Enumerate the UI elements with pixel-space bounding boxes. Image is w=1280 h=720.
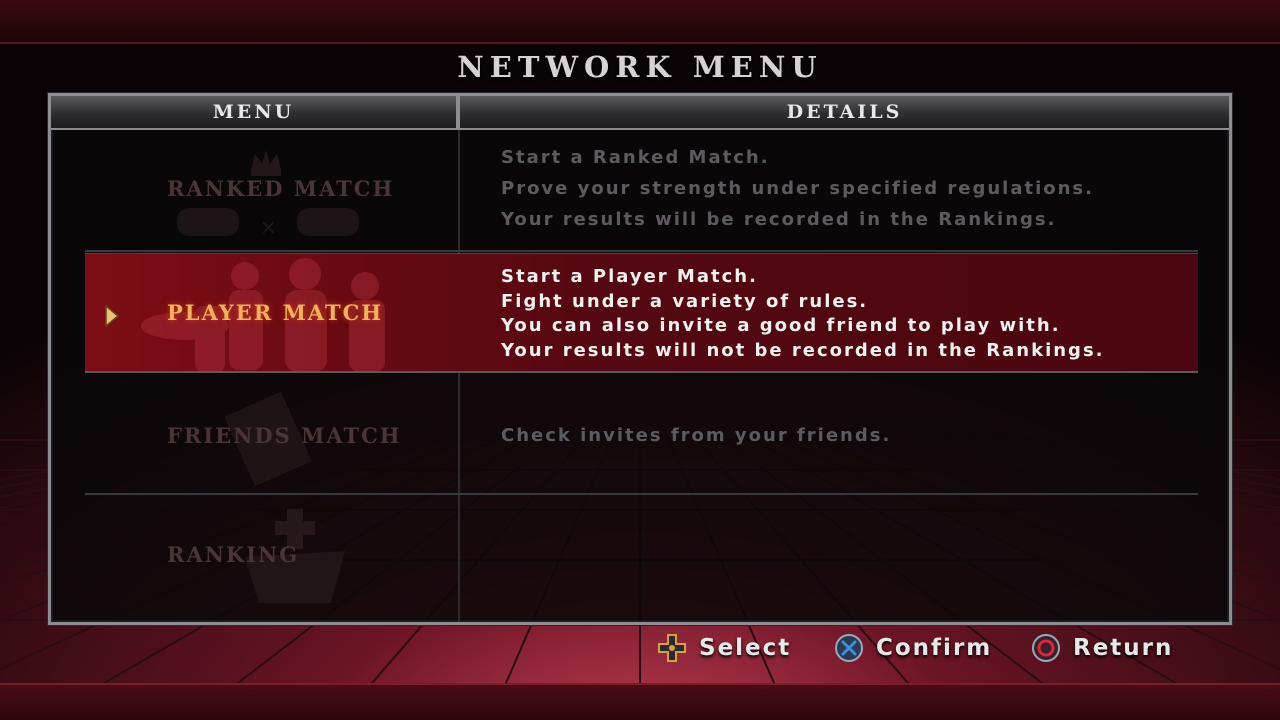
menu-column-header: MENU	[212, 101, 295, 123]
menu-panel: MENU DETAILS × RANKED MATCH Start a Rank…	[48, 93, 1232, 625]
menu-item-player-match[interactable]: PLAYER MATCH Start a Player Match. Fight…	[85, 253, 1198, 373]
bottom-ornament-band	[0, 683, 1280, 720]
detail-line: Start a Player Match.	[501, 266, 758, 287]
return-label: Return	[1073, 635, 1174, 661]
details-text: Check invites from your friends.	[501, 420, 891, 451]
details-column-header: DETAILS	[786, 101, 903, 123]
menu-item-label: RANKING	[167, 542, 300, 567]
detail-line: Prove your strength under specified regu…	[501, 178, 1094, 199]
details-text: Start a Player Match. Fight under a vari…	[501, 265, 1105, 363]
menu-item-ranked-match[interactable]: × RANKED MATCH Start a Ranked Match. Pro…	[85, 132, 1198, 252]
confirm-control-hint: Confirm	[834, 632, 1004, 666]
top-ornament-band	[0, 0, 1280, 44]
menu-item-ranking[interactable]: RANKING	[85, 497, 1198, 621]
menu-item-label: PLAYER MATCH	[167, 300, 384, 325]
return-control-hint: Return	[1031, 632, 1191, 666]
confirm-label: Confirm	[876, 635, 993, 661]
cross-button-icon	[835, 634, 863, 662]
selection-cursor-icon	[105, 305, 119, 327]
circle-button-icon	[1032, 634, 1060, 662]
detail-line: Your results will not be recorded in the…	[501, 339, 1105, 361]
menu-item-friends-match[interactable]: FRIENDS MATCH Check invites from your fr…	[85, 375, 1198, 495]
detail-line: Your results will be recorded in the Ran…	[501, 209, 1057, 230]
details-text: Start a Ranked Match. Prove your strengt…	[501, 142, 1094, 235]
panel-header: MENU DETAILS	[51, 96, 1229, 130]
menu-item-label: RANKED MATCH	[167, 176, 395, 201]
detail-line: Check invites from your friends.	[501, 425, 892, 446]
detail-line: You can also invite a good friend to pla…	[501, 315, 1061, 336]
menu-item-label: FRIENDS MATCH	[167, 423, 402, 448]
select-control-hint: Select	[657, 632, 807, 666]
svg-text:×: ×	[260, 215, 277, 239]
detail-line: Start a Ranked Match.	[501, 147, 770, 168]
network-menu-screen: NETWORK MENU MENU DETAILS × RANKED MATCH…	[0, 0, 1280, 720]
page-title: NETWORK MENU	[457, 50, 823, 84]
select-label: Select	[699, 635, 792, 661]
detail-line: Fight under a variety of rules.	[501, 290, 869, 312]
dpad-icon	[658, 634, 686, 662]
